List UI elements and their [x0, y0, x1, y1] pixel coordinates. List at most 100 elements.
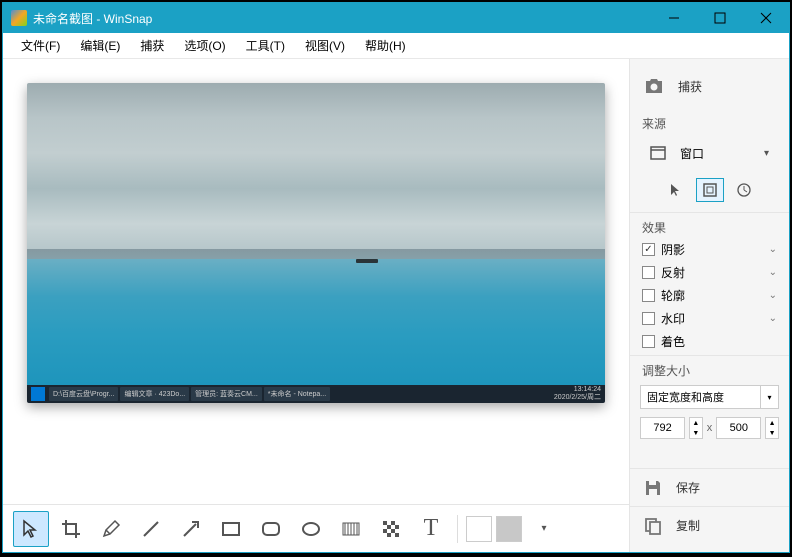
size-separator: x: [707, 422, 713, 434]
maximize-button[interactable]: [697, 3, 743, 33]
tool-arrow[interactable]: [173, 511, 209, 547]
start-button-icon: [31, 387, 45, 401]
tool-color-dropdown[interactable]: ▾: [526, 511, 562, 547]
ellipse-icon: [301, 519, 321, 539]
chevron-down-icon: ▾: [760, 386, 778, 408]
checkbox-icon: [642, 289, 655, 302]
menu-file[interactable]: 文件(F): [11, 33, 70, 58]
menu-edit[interactable]: 编辑(E): [70, 33, 130, 58]
checkbox-icon: [642, 266, 655, 279]
pointer-icon: [21, 519, 41, 539]
effect-outline[interactable]: 轮廓 ⌄: [630, 284, 789, 307]
tool-line[interactable]: [133, 511, 169, 547]
checkbox-icon: [642, 335, 655, 348]
copy-icon: [644, 517, 662, 535]
tool-pen[interactable]: [93, 511, 129, 547]
canvas-viewport: D:\百度云盘\Progr... 编辑文章 · 423Do... 管理员: 蓝奏…: [3, 59, 629, 504]
menu-tools[interactable]: 工具(T): [236, 33, 295, 58]
rounded-rect-icon: [261, 519, 281, 539]
captured-taskbar: D:\百度云盘\Progr... 编辑文章 · 423Do... 管理员: 蓝奏…: [27, 385, 605, 403]
app-window: 未命名截图 - WinSnap 文件(F) 编辑(E) 捕获 选项(O) 工具(…: [2, 2, 790, 553]
canvas-area: D:\百度云盘\Progr... 编辑文章 · 423Do... 管理员: 蓝奏…: [3, 59, 629, 552]
tool-crop[interactable]: [53, 511, 89, 547]
close-button[interactable]: [743, 3, 789, 33]
tool-rounded-rect[interactable]: [253, 511, 289, 547]
clock-time: 13:14:24: [554, 386, 601, 394]
spinner-up-icon[interactable]: ▲: [690, 418, 702, 428]
capture-button[interactable]: 捕获: [630, 67, 789, 105]
checkbox-icon: ✓: [642, 243, 655, 256]
toolbar-separator: [457, 515, 458, 543]
taskbar-item: D:\百度云盘\Progr...: [49, 387, 118, 401]
mode-pointer[interactable]: [662, 178, 690, 202]
mode-region[interactable]: [696, 178, 724, 202]
camera-icon: [644, 77, 664, 95]
effect-shadow[interactable]: ✓ 阴影 ⌄: [630, 238, 789, 261]
secondary-color-swatch[interactable]: [496, 516, 522, 542]
save-icon: [644, 479, 662, 497]
menu-capture[interactable]: 捕获: [130, 33, 174, 58]
tool-text[interactable]: T: [413, 511, 449, 547]
editor-toolbar: T ▾: [3, 504, 629, 552]
tool-blur[interactable]: [333, 511, 369, 547]
height-input[interactable]: 500: [716, 417, 761, 439]
source-dropdown[interactable]: 窗口 ▾: [640, 138, 779, 168]
body: D:\百度云盘\Progr... 编辑文章 · 423Do... 管理员: 蓝奏…: [3, 59, 789, 552]
tool-pixelate[interactable]: [373, 511, 409, 547]
chevron-down-icon: ⌄: [769, 244, 777, 255]
effects-section-label: 效果: [630, 212, 789, 238]
sidebar-spacer: [630, 447, 789, 468]
effect-label: 阴影: [661, 241, 685, 258]
width-spinner[interactable]: ▲▼: [689, 417, 703, 439]
tool-pointer[interactable]: [13, 511, 49, 547]
chevron-down-icon: ⌄: [769, 290, 777, 301]
menubar: 文件(F) 编辑(E) 捕获 选项(O) 工具(T) 视图(V) 帮助(H): [3, 33, 789, 59]
clock-date: 2020/2/25/周二: [554, 394, 601, 402]
pixelate-icon: [381, 519, 401, 539]
spinner-up-icon[interactable]: ▲: [766, 418, 778, 428]
capture-mode-row: [630, 172, 789, 210]
menu-help[interactable]: 帮助(H): [355, 33, 416, 58]
resize-section-label: 调整大小: [630, 355, 789, 381]
effect-label: 水印: [661, 310, 685, 327]
menu-view[interactable]: 视图(V): [295, 33, 355, 58]
width-input[interactable]: 792: [640, 417, 685, 439]
capture-label: 捕获: [678, 78, 702, 95]
source-section-label: 来源: [630, 109, 789, 134]
primary-color-swatch[interactable]: [466, 516, 492, 542]
spinner-down-icon[interactable]: ▼: [766, 428, 778, 438]
sidebar: 捕获 来源 窗口 ▾ 效果 ✓: [629, 59, 789, 552]
chevron-down-icon: ▾: [764, 148, 769, 159]
arrow-icon: [181, 519, 201, 539]
save-button[interactable]: 保存: [630, 468, 789, 506]
taskbar-item: *未命名 - Notepa...: [264, 387, 330, 401]
resize-mode-value: 固定宽度和高度: [647, 389, 724, 405]
copy-button[interactable]: 复制: [630, 506, 789, 544]
pen-icon: [101, 519, 121, 539]
effect-label: 反射: [661, 264, 685, 281]
effect-colorize[interactable]: 着色: [630, 330, 789, 353]
sea-region: [27, 259, 605, 385]
region-icon: [703, 183, 717, 197]
captured-screenshot[interactable]: D:\百度云盘\Progr... 编辑文章 · 423Do... 管理员: 蓝奏…: [27, 83, 605, 403]
size-inputs-row: 792 ▲▼ x 500 ▲▼: [630, 413, 789, 447]
effect-watermark[interactable]: 水印 ⌄: [630, 307, 789, 330]
effect-label: 着色: [661, 333, 685, 350]
mode-timer[interactable]: [730, 178, 758, 202]
spinner-down-icon[interactable]: ▼: [690, 428, 702, 438]
copy-label: 复制: [676, 517, 700, 534]
source-selected: 窗口: [680, 145, 704, 162]
app-icon: [11, 10, 27, 26]
save-label: 保存: [676, 479, 700, 496]
minimize-button[interactable]: [651, 3, 697, 33]
boat-object: [356, 259, 378, 263]
height-spinner[interactable]: ▲▼: [765, 417, 779, 439]
rectangle-icon: [221, 519, 241, 539]
menu-options[interactable]: 选项(O): [174, 33, 235, 58]
tool-rectangle[interactable]: [213, 511, 249, 547]
tool-ellipse[interactable]: [293, 511, 329, 547]
blur-icon: [341, 519, 361, 539]
taskbar-item: 编辑文章 · 423Do...: [120, 387, 189, 401]
effect-reflection[interactable]: 反射 ⌄: [630, 261, 789, 284]
resize-mode-dropdown[interactable]: 固定宽度和高度 ▾: [640, 385, 779, 409]
